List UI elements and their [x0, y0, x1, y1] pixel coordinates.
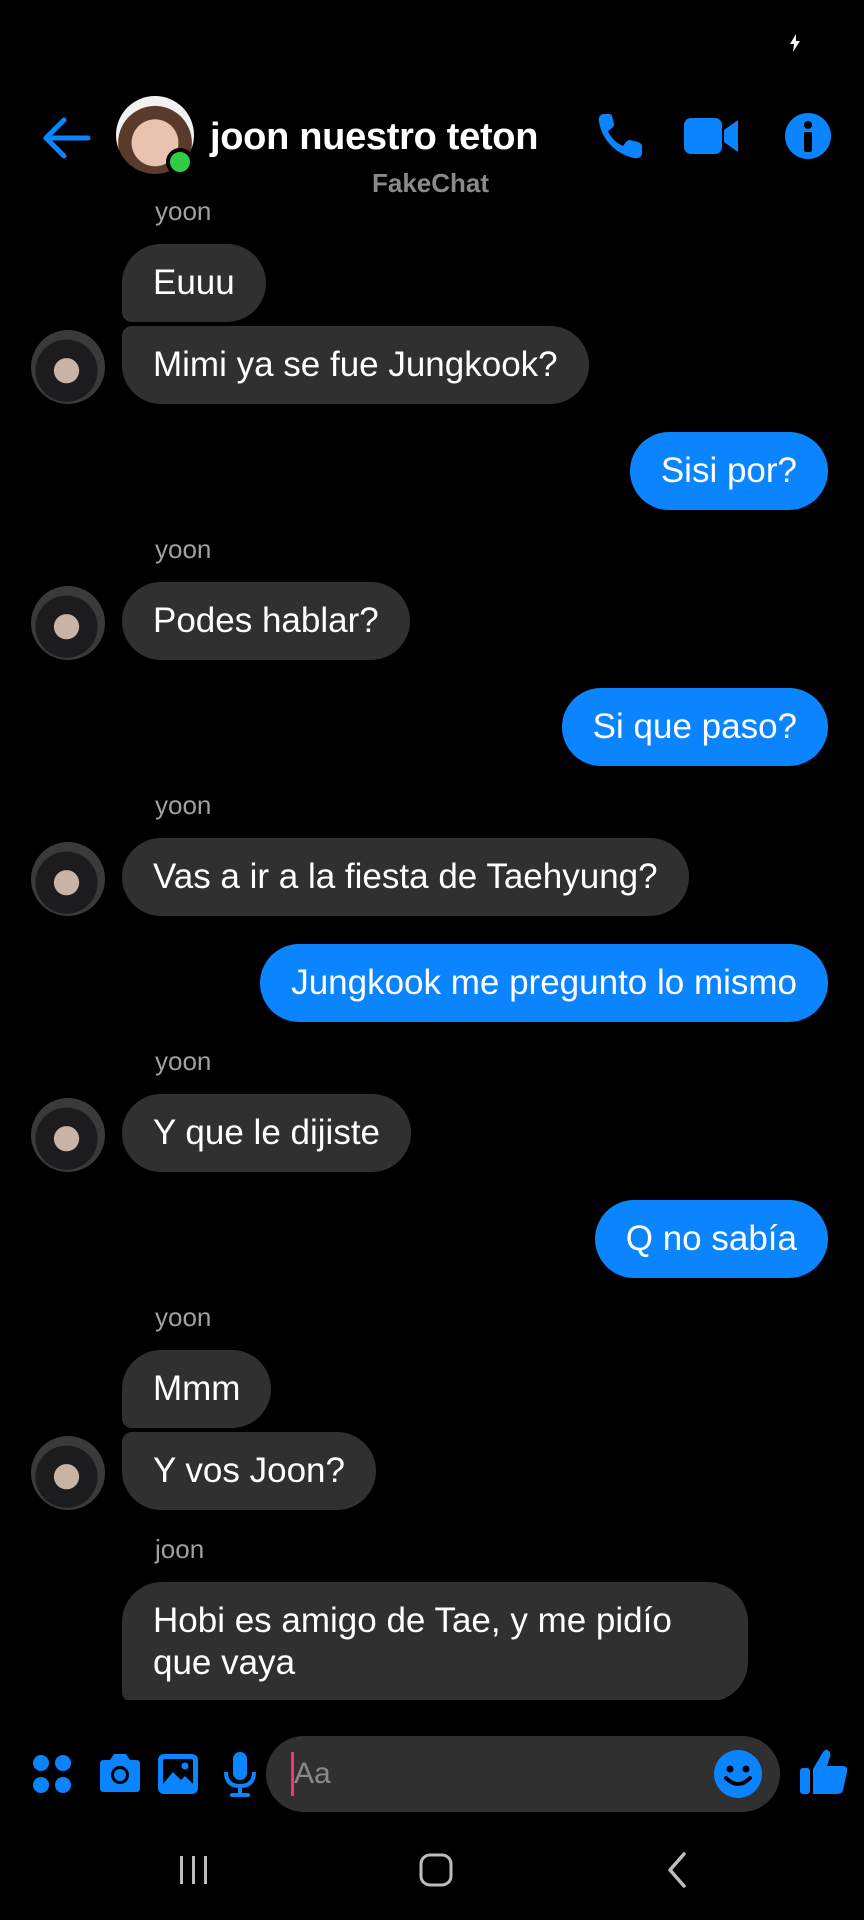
incoming-message[interactable]: Hobi es amigo de Tae, y me pidío que vay… — [122, 1582, 748, 1700]
system-back-icon[interactable] — [648, 1840, 708, 1900]
incoming-message[interactable]: Podes hablar? — [122, 582, 410, 660]
message-line: que vaya — [153, 1643, 296, 1682]
incoming-message[interactable]: Mmm — [122, 1350, 272, 1428]
sender-label: yoon — [155, 1302, 212, 1332]
thumbs-up-icon[interactable] — [796, 1744, 852, 1800]
incoming-message[interactable]: Y vos Joon? — [122, 1432, 376, 1510]
back-arrow-icon[interactable] — [38, 110, 94, 166]
status-bar — [0, 0, 864, 80]
incoming-message[interactable]: Euuu — [122, 244, 266, 322]
gallery-icon[interactable] — [152, 1748, 204, 1800]
home-icon[interactable] — [406, 1840, 466, 1900]
contact-subtitle: FakeChat — [372, 168, 490, 198]
sender-label: joon — [155, 1534, 205, 1564]
incoming-message[interactable]: Mimi ya se fue Jungkook? — [122, 326, 589, 404]
outgoing-message[interactable]: Jungkook me pregunto lo mismo — [260, 944, 828, 1022]
emoji-icon[interactable] — [712, 1748, 764, 1800]
incoming-message[interactable]: Y que le dijiste — [122, 1094, 412, 1172]
incoming-message[interactable]: Vas a ir a la fiesta de Taehyung? — [122, 838, 689, 916]
contact-name[interactable]: joon nuestro teton — [210, 116, 538, 159]
sender-label: yoon — [155, 534, 212, 564]
chat-header: joon nuestro teton FakeChat — [0, 80, 864, 200]
recent-apps-icon[interactable] — [164, 1840, 224, 1900]
sender-avatar[interactable] — [31, 842, 105, 916]
info-icon[interactable] — [778, 108, 840, 164]
camera-icon[interactable] — [94, 1748, 146, 1800]
message-line: Hobi es amigo de Tae, y me pidío — [153, 1601, 672, 1640]
sender-avatar[interactable] — [31, 586, 105, 660]
outgoing-message[interactable]: Q no sabía — [594, 1200, 828, 1278]
outgoing-message[interactable]: Si que paso? — [561, 688, 828, 766]
apps-menu-icon[interactable] — [26, 1748, 78, 1800]
online-status-indicator — [166, 148, 194, 176]
message-input[interactable] — [266, 1736, 780, 1812]
message-composer — [0, 1730, 864, 1820]
sender-label: yoon — [155, 1046, 212, 1076]
charging-bolt-icon — [790, 34, 800, 52]
sender-avatar[interactable] — [31, 1436, 105, 1510]
outgoing-message[interactable]: Sisi por? — [629, 432, 828, 510]
video-call-icon[interactable] — [680, 108, 742, 164]
microphone-icon[interactable] — [214, 1748, 266, 1800]
sender-label: yoon — [155, 200, 212, 226]
phone-call-icon[interactable] — [592, 108, 654, 164]
sender-label: yoon — [155, 790, 212, 820]
sender-avatar[interactable] — [31, 330, 105, 404]
message-list[interactable]: yoon Euuu Mimi ya se fue Jungkook? Sisi … — [0, 200, 864, 1700]
sender-avatar[interactable] — [31, 1098, 105, 1172]
text-cursor — [291, 1752, 294, 1796]
system-navigation-bar — [0, 1820, 864, 1920]
